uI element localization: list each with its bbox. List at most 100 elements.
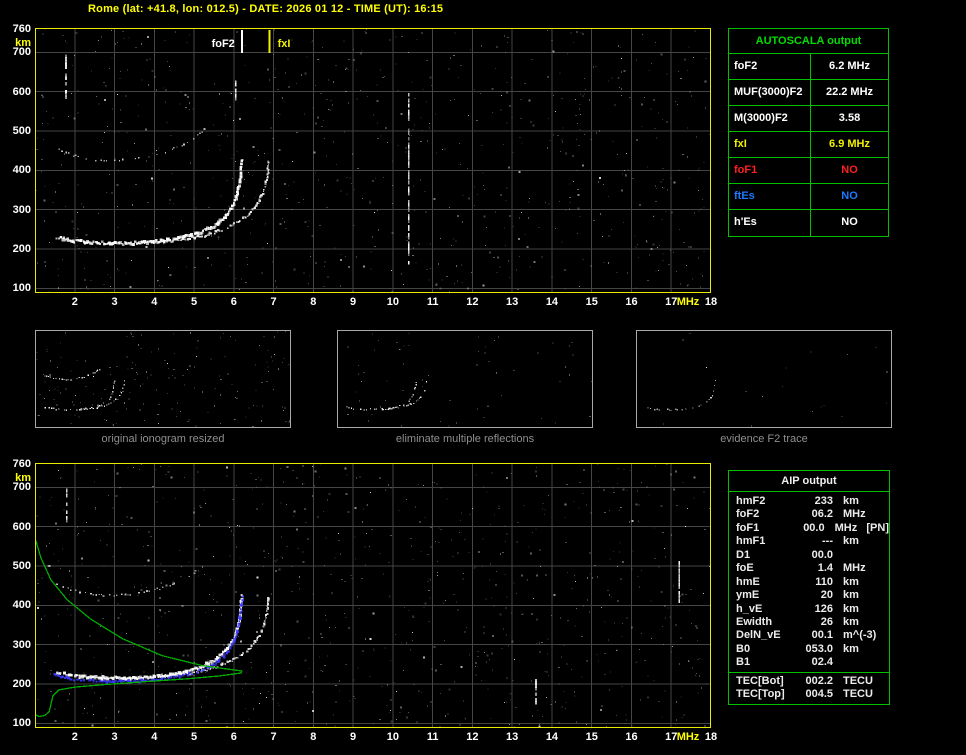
x-tick-label: 11 — [426, 731, 439, 743]
x-tick-label: 15 — [585, 731, 598, 743]
y-tick-label: 300 — [12, 638, 31, 651]
autoscala-row-value: 3.58 — [838, 112, 861, 124]
aip-row-label: hmF1 — [736, 535, 766, 548]
autoscala-row-value: NO — [841, 216, 858, 228]
autoscala-row-label: h'Es — [729, 210, 811, 236]
y-tick-label: 200 — [12, 242, 31, 255]
y-tick-label: 760 — [12, 22, 31, 35]
aip-row-DelN-vE: DelN_vE 00.1 m^(-3) — [729, 629, 889, 642]
x-tick-label: 7 — [270, 731, 277, 743]
aip-row-Ewidth: Ewidth 26 km — [729, 616, 889, 629]
aip-row-value: 053.0 — [805, 642, 833, 655]
x-tick-label: 3 — [111, 731, 118, 743]
x-tick-label: 14 — [545, 296, 559, 308]
thumbnail-canvas — [647, 333, 888, 427]
aip-row-foF1: foF1 00.0 MHz [PN] — [729, 522, 889, 535]
thumbnail-eliminate-reflections — [337, 330, 593, 428]
autoscala-row-fxI: fxI 6.9 MHz — [729, 132, 888, 158]
aip-row-unit: MHz [PN] — [834, 521, 889, 534]
y-tick-label: 500 — [12, 125, 31, 137]
autoscala-app-window: Rome (lat: +41.8, lon: 012.5) - DATE: 20… — [0, 0, 966, 755]
x-tick-label: 16 — [625, 731, 638, 743]
y-tick-label: 100 — [12, 282, 31, 295]
aip-table-rows: hmF2 233 km foF2 06.2 MHz foF1 00.0 MHz [PN] hmF1… — [729, 495, 889, 701]
x-tick-label: 4 — [151, 731, 158, 743]
autoscala-row-M3000: M(3000)F2 3.58 — [729, 106, 888, 132]
y-tick-label: 500 — [12, 560, 31, 572]
aip-row-value: 06.2 — [811, 508, 833, 521]
aip-row-label: hmE — [736, 575, 760, 588]
x-tick-label: 9 — [350, 731, 357, 743]
thumbnail-canvas — [346, 333, 592, 427]
thumbnail-original-ionogram — [35, 330, 291, 428]
page-title: Rome (lat: +41.8, lon: 012.5) - DATE: 20… — [88, 3, 444, 15]
x-tick-label: 3 — [111, 296, 118, 308]
aip-row-h-vE: h_vE 126 km — [729, 603, 889, 616]
autoscala-row-label: foF2 — [729, 54, 811, 79]
autoscala-row-value: 6.2 MHz — [829, 60, 870, 72]
y-axis-unit-label: km — [15, 36, 31, 49]
aip-row-label: D1 — [736, 548, 751, 561]
x-tick-label: 12 — [466, 731, 479, 743]
aip-row-unit: km — [843, 642, 859, 655]
thumbnail-caption-original: original ionogram resized — [101, 433, 225, 445]
y-tick-label: 600 — [12, 85, 31, 98]
aip-row-label: foE — [736, 562, 754, 575]
aip-row-B1: B1 02.4 — [729, 656, 889, 669]
thumbnail-canvas — [36, 331, 290, 427]
x-tick-label: 7 — [270, 296, 277, 308]
autoscala-row-value: NO — [841, 164, 858, 176]
ionogram-bottom-canvas — [35, 463, 711, 728]
x-tick-label: 2 — [71, 731, 78, 743]
aip-row-value: 26 — [820, 615, 833, 628]
x-axis-unit-label: MHz — [676, 296, 700, 308]
aip-row-value: 00.0 — [803, 521, 825, 534]
x-tick-label: 8 — [310, 731, 317, 743]
autoscala-row-label: foF1 — [729, 158, 811, 183]
aip-row-hmE: hmE 110 km — [729, 576, 889, 589]
y-tick-label: 400 — [12, 599, 31, 612]
autoscala-row-label: ftEs — [729, 184, 811, 209]
annotation-foF2: foF2 — [212, 38, 235, 50]
aip-row-value: 004.5 — [805, 687, 833, 700]
aip-row-label: TEC[Bot] — [736, 674, 784, 687]
aip-row-unit: m^(-3) — [843, 629, 877, 642]
x-tick-label: 11 — [426, 296, 439, 308]
aip-row-B0: B0 053.0 km — [729, 643, 889, 656]
aip-row-label: foF1 — [736, 521, 760, 534]
thumbnail-caption-eliminate: eliminate multiple reflections — [395, 433, 535, 445]
aip-row-unit — [833, 549, 843, 562]
aip-row-hmF2: hmF2 233 km — [729, 495, 889, 508]
x-tick-label: 5 — [190, 731, 198, 743]
autoscala-row-label: MUF(3000)F2 — [729, 80, 811, 105]
aip-row-TEC-Bot-: TEC[Bot] 002.2 TECU — [729, 671, 889, 688]
x-tick-label: 4 — [151, 296, 158, 308]
autoscala-table-title: AUTOSCALA output — [729, 29, 888, 54]
x-tick-label: 6 — [230, 296, 237, 308]
aip-row-ymE: ymE 20 km — [729, 589, 889, 602]
aip-row-unit: km — [843, 602, 859, 615]
ionogram-plot-bottom — [35, 463, 711, 728]
aip-row-label: h_vE — [736, 602, 763, 615]
aip-row-value: 02.4 — [811, 656, 833, 669]
aip-row-unit: TECU — [843, 687, 873, 700]
x-tick-label: 10 — [386, 731, 399, 743]
aip-row-foE: foE 1.4 MHz — [729, 562, 889, 575]
thumbnail-evidence-f2-trace — [636, 330, 892, 428]
ionogram-plot-top: foF2 fxI — [35, 28, 711, 293]
y-tick-label: 760 — [12, 457, 31, 470]
autoscala-row-MUF: MUF(3000)F2 22.2 MHz — [729, 80, 888, 106]
y-axis-unit-label: km — [15, 471, 31, 484]
aip-row-hmF1: hmF1 --- km — [729, 535, 889, 548]
x-tick-label: 13 — [506, 296, 519, 308]
x-tick-label: 6 — [230, 731, 237, 743]
aip-row-value: 126 — [814, 602, 833, 615]
aip-row-unit: MHz — [843, 562, 866, 575]
aip-row-unit: km — [843, 535, 859, 548]
aip-row-D1: D1 00.0 — [729, 549, 889, 562]
x-tick-label: 14 — [545, 731, 559, 743]
x-tick-label: 12 — [466, 296, 479, 308]
autoscala-row-foF1: foF1 NO — [729, 158, 888, 184]
autoscala-row-value: 22.2 MHz — [825, 86, 874, 98]
y-tick-label: 100 — [12, 717, 31, 730]
